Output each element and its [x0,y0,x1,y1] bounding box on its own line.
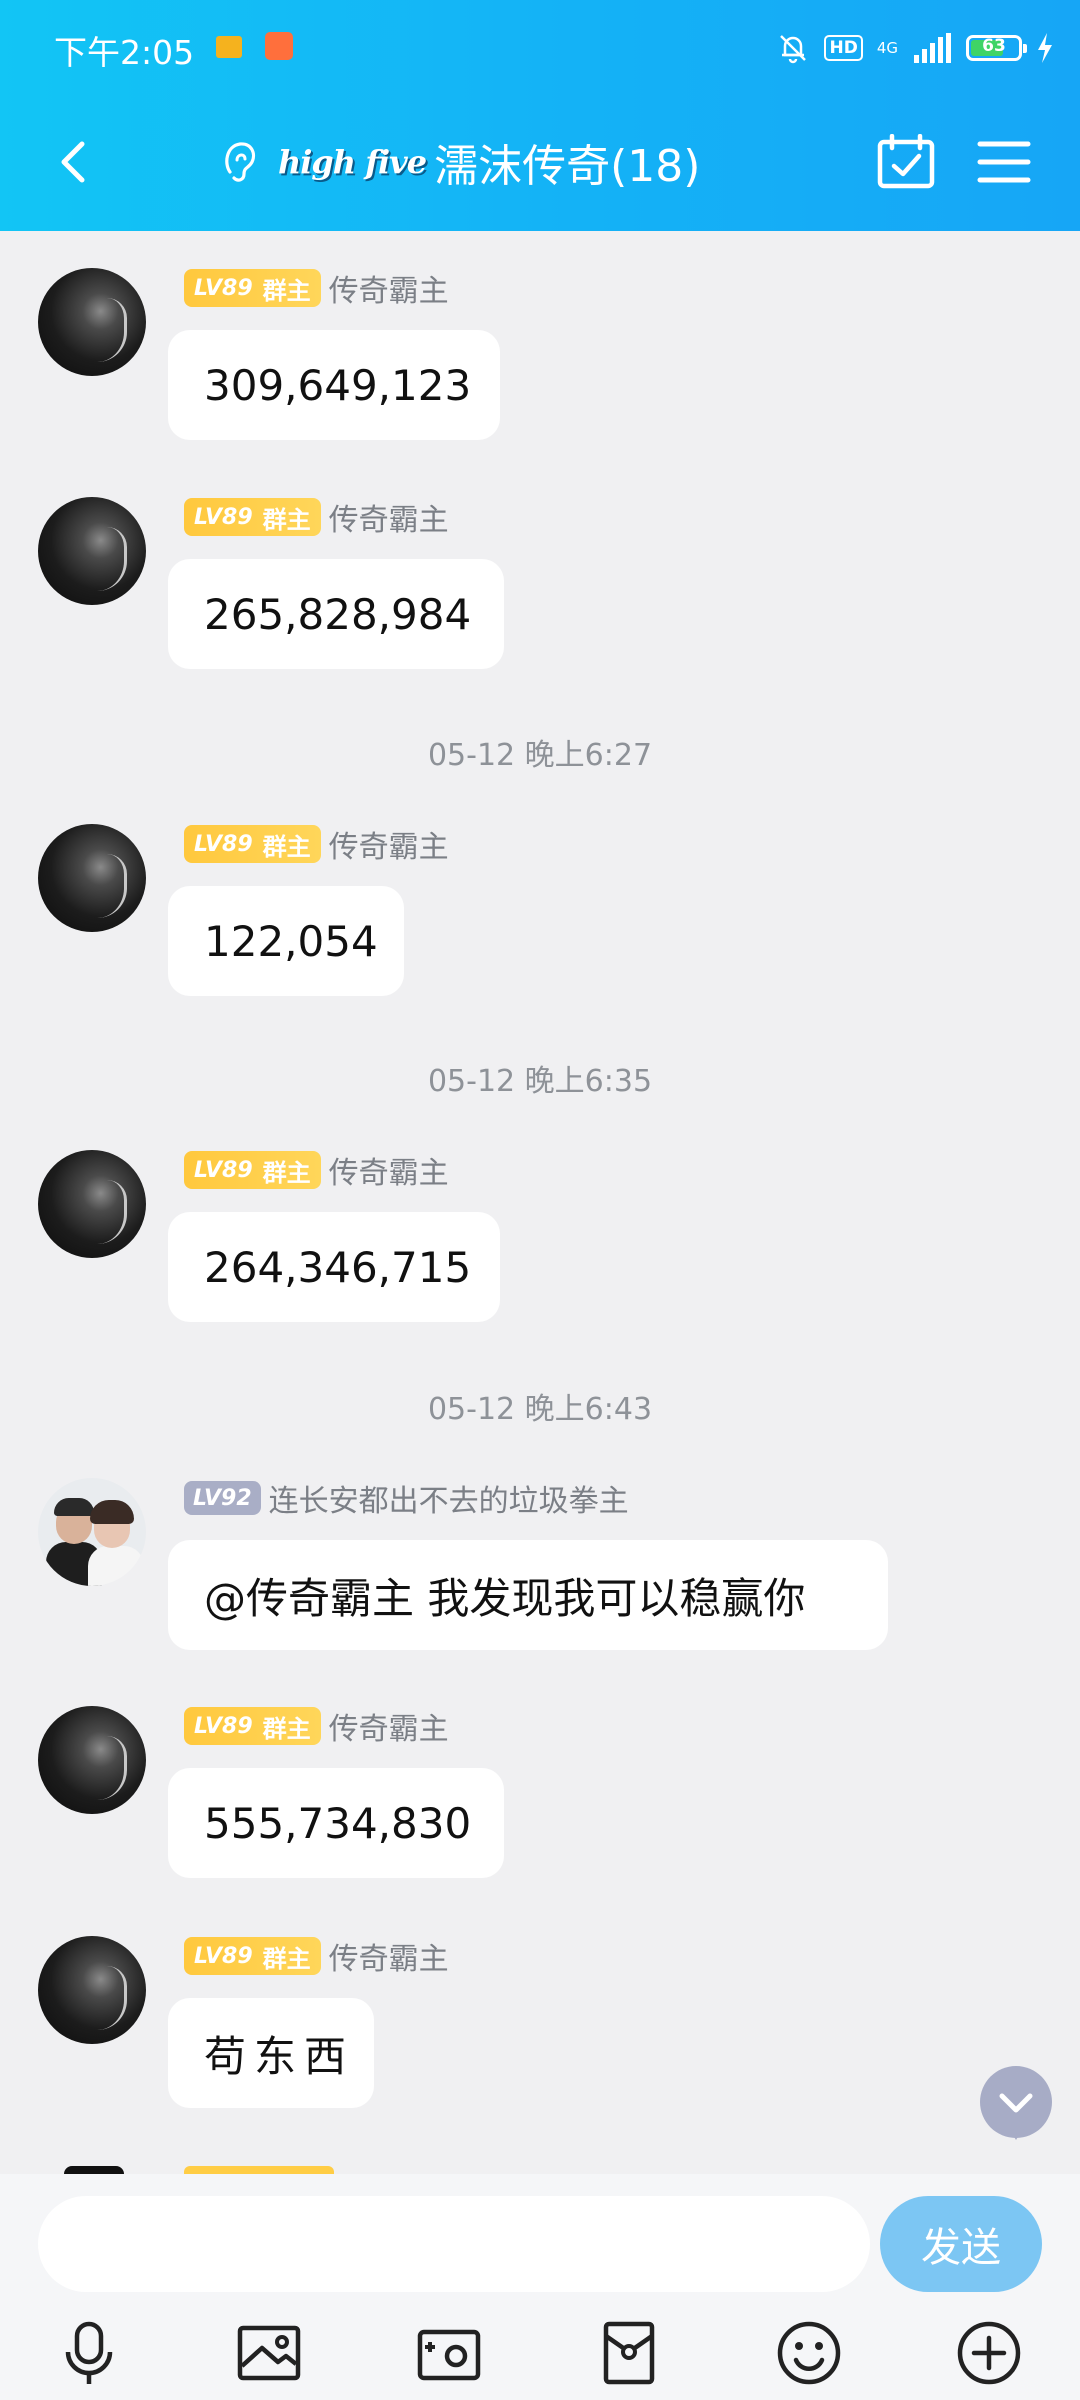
message-bubble[interactable]: 苟东西 [168,1998,374,2108]
next-message-avatar-partial [64,2166,124,2174]
dark-profile-avatar[interactable] [38,1706,146,1814]
owner-level-badge: LV89 群主 [184,1151,321,1189]
send-button[interactable]: 发送 [880,2196,1042,2292]
camera-icon[interactable] [414,2318,484,2388]
message-meta: LV89 群主 传奇霸主 [184,1706,449,1747]
timestamp-divider: 05-12 晚上6:43 [427,1392,653,1427]
calendar-checkin-icon[interactable] [876,134,936,190]
status-indicators: HD 4G 63 [776,30,1054,66]
owner-level-badge: LV89 群主 [184,269,321,307]
chat-header: 下午2:05 HD 4G 63 high five 濡沫传奇(18) [0,0,1080,231]
sender-name: 传奇霸主 [328,830,449,865]
message-meta: LV89 群主 传奇霸主 [184,1150,449,1191]
message-bubble[interactable]: 309,649,123 [168,330,500,440]
high-five-logo: high five [278,143,427,181]
sender-name: 传奇霸主 [328,503,449,538]
dark-profile-avatar[interactable] [38,1936,146,2044]
owner-level-badge: LV89 群主 [184,1707,321,1745]
sender-name: 传奇霸主 [328,1156,449,1191]
dark-profile-avatar[interactable] [38,268,146,376]
battery-level: 63 [982,36,1006,56]
battery-icon: 63 [966,35,1027,61]
timestamp-divider: 05-12 晚上6:27 [427,738,653,773]
dark-profile-avatar[interactable] [38,497,146,605]
chat-title-area[interactable]: high five 濡沫传奇(18) [220,132,700,192]
microphone-icon[interactable] [54,2318,124,2388]
message-meta: LV89 群主 传奇霸主 [184,1936,449,1977]
charging-icon [1038,33,1052,63]
member-level-badge: LV92 [184,1481,261,1515]
message-input[interactable] [38,2196,870,2292]
scroll-to-bottom-button[interactable] [980,2066,1052,2140]
input-area: 发送 [0,2174,1080,2400]
chat-title: 濡沫传奇(18) [434,141,701,192]
message-bubble[interactable]: @传奇霸主 我发现我可以稳赢你 [168,1540,888,1650]
mute-bell-icon [780,35,807,64]
message-meta: LV89 群主 传奇霸主 [184,268,449,309]
title-bar: high five 濡沫传奇(18) [0,112,1080,212]
emoji-icon[interactable] [774,2318,844,2388]
message-notification-icon [216,36,242,58]
input-toolbar [0,2304,1080,2400]
message-bubble[interactable]: 122,054 [168,886,404,996]
message-meta: LV89 群主 传奇霸主 [184,824,449,865]
dark-profile-avatar[interactable] [38,824,146,932]
dark-profile-avatar[interactable] [38,1150,146,1258]
sender-name: 传奇霸主 [328,1942,449,1977]
hd-badge: HD [824,35,863,61]
timestamp-divider: 05-12 晚上6:35 [427,1064,653,1099]
owner-level-badge: LV89 群主 [184,1937,321,1975]
sender-name: 传奇霸主 [328,274,449,309]
status-bar: 下午2:05 HD 4G 63 [0,0,1080,96]
chevron-down-icon [999,2093,1033,2113]
back-button[interactable] [44,132,104,192]
message-bubble[interactable]: 265,828,984 [168,559,504,669]
sender-name: 传奇霸主 [328,1712,449,1747]
ear-icon [225,142,256,182]
message-bubble[interactable]: 264,346,715 [168,1212,500,1322]
red-packet-icon[interactable] [594,2318,664,2388]
plus-icon[interactable] [954,2318,1024,2388]
image-icon[interactable] [234,2318,304,2388]
owner-level-badge: LV89 群主 [184,498,321,536]
menu-icon[interactable] [976,136,1032,188]
network-type: 4G [876,38,898,57]
couple-photo-avatar[interactable] [38,1478,146,1586]
status-time: 下午2:05 [54,33,195,72]
message-bubble[interactable]: 555,734,830 [168,1768,504,1878]
shopping-notification-icon [265,32,293,60]
message-meta: LV89 群主 传奇霸主 [184,497,449,538]
signal-icon [914,33,951,63]
next-message-badge-partial [184,2166,334,2174]
sender-name: 连长安都出不去的垃圾拳主 [268,1484,629,1519]
owner-level-badge: LV89 群主 [184,825,321,863]
message-meta: LV92 连长安都出不去的垃圾拳主 [184,1478,629,1519]
